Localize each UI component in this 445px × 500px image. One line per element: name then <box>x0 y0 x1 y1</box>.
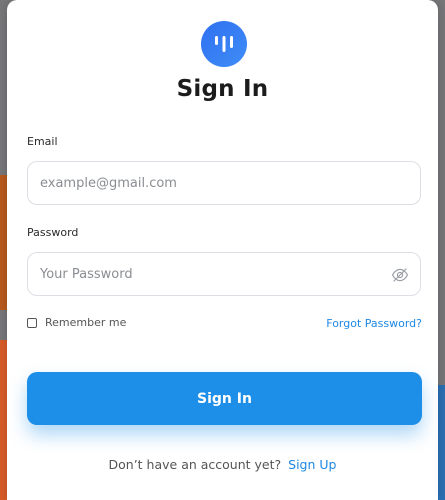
app-logo-glyph <box>215 36 233 52</box>
signup-prompt-text: Don’t have an account yet? <box>108 457 282 472</box>
password-field[interactable] <box>27 252 421 296</box>
email-label: Email <box>27 135 58 148</box>
signup-prompt-row: Don’t have an account yet? Sign Up <box>7 457 438 472</box>
sign-in-modal: Sign In Email Password Remember me Forgo… <box>7 0 438 500</box>
sign-in-button[interactable]: Sign In <box>27 372 422 425</box>
remember-me-checkbox[interactable] <box>27 317 37 328</box>
remember-me-option[interactable]: Remember me <box>27 316 126 329</box>
eye-slash-icon[interactable] <box>391 266 409 284</box>
app-logo-icon <box>201 21 247 67</box>
password-label: Password <box>27 226 79 239</box>
email-input[interactable] <box>28 175 380 191</box>
forgot-password-link[interactable]: Forgot Password? <box>326 317 422 330</box>
password-input[interactable] <box>28 266 380 282</box>
email-field[interactable] <box>27 161 421 205</box>
sign-up-link[interactable]: Sign Up <box>288 457 336 472</box>
remember-me-label: Remember me <box>45 316 127 329</box>
background-page-fragment <box>437 385 445 500</box>
page-title: Sign In <box>176 76 269 102</box>
